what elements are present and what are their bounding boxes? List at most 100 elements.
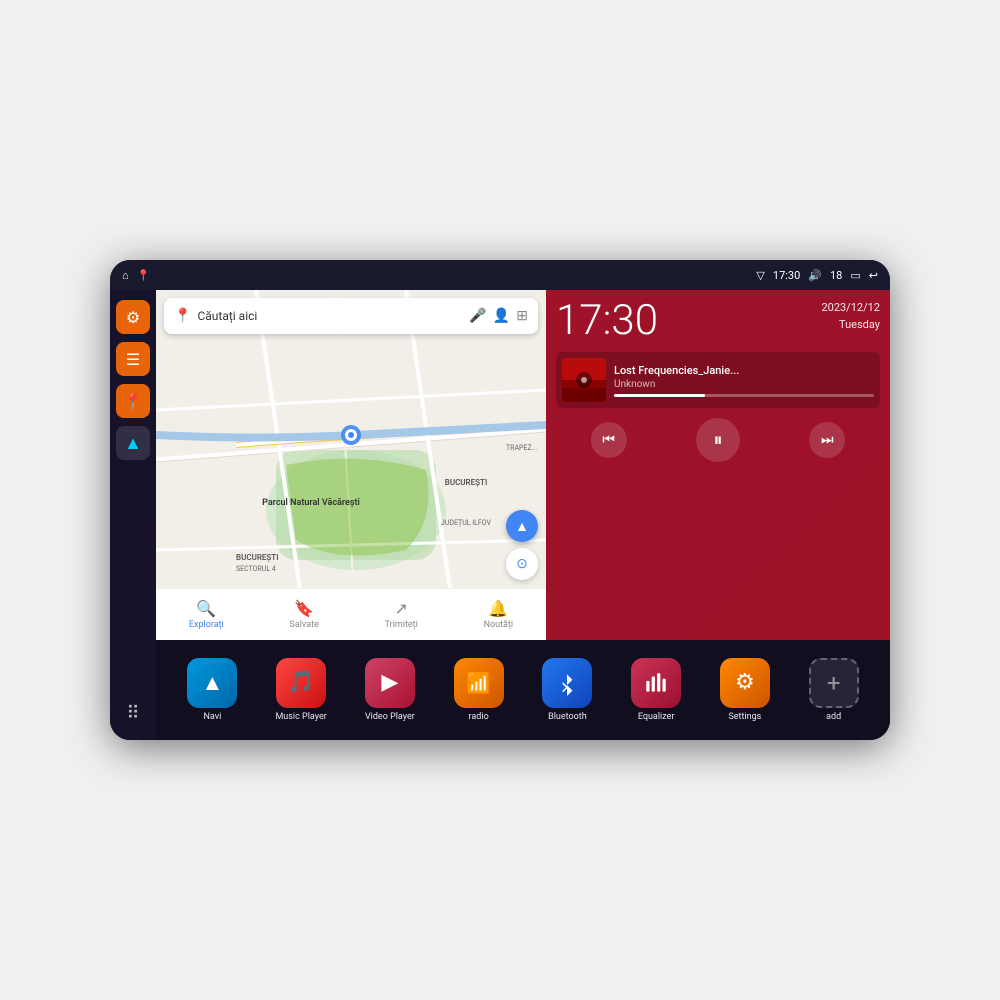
nav-arrow-icon: ▲ xyxy=(515,518,529,535)
previous-button[interactable]: ⏮ xyxy=(591,422,627,458)
map-tab-explore[interactable]: 🔍 Explorați xyxy=(189,599,224,630)
playback-controls: ⏮ ⏸ ⏭ xyxy=(556,414,880,466)
app-equalizer[interactable]: Equalizer xyxy=(625,658,687,723)
clock-section: 17:30 2023/12/12 Tuesday xyxy=(556,300,880,342)
content-area: Parcul Natural Văcărești BUCUREȘTI JUDEȚ… xyxy=(156,290,890,740)
pause-icon: ⏸ xyxy=(713,430,722,451)
mic-icon[interactable]: 🎤 xyxy=(469,308,486,324)
clock-date: 2023/12/12 Tuesday xyxy=(821,300,880,333)
map-bottom-bar: 🔍 Explorați 🔖 Salvate ↗ Trimiteți xyxy=(156,588,546,640)
locate-icon: ⊙ xyxy=(516,556,528,572)
music-player-label: Music Player xyxy=(275,712,326,723)
bluetooth-icon xyxy=(554,670,580,696)
news-label: Noutăți xyxy=(484,620,514,630)
sidebar-item-settings[interactable]: ⚙ xyxy=(116,300,150,334)
news-icon: 🔔 xyxy=(488,599,508,618)
add-icon: + xyxy=(827,669,841,697)
account-icon[interactable]: 👤 xyxy=(493,308,510,324)
map-search-icons: 🎤 👤 ⊞ xyxy=(469,308,528,324)
settings-icon: ⚙ xyxy=(126,308,140,327)
wifi-icon: ▽ xyxy=(756,269,764,282)
app-drawer: ▲ Navi 🎵 Music Player ▶ Video Player xyxy=(156,640,890,740)
now-playing: Lost Frequencies_Janie... Unknown xyxy=(556,352,880,408)
volume-icon: 🔊 xyxy=(808,269,822,282)
settings-icon-bg: ⚙ xyxy=(720,658,770,708)
sidebar-item-files[interactable]: ☰ xyxy=(116,342,150,376)
status-bar: ⌂ 📍 ▽ 17:30 🔊 18 ▭ ↩ xyxy=(110,260,890,290)
app-settings[interactable]: ⚙ Settings xyxy=(714,658,776,723)
clock-time: 17:30 xyxy=(556,300,658,342)
bluetooth-icon-bg xyxy=(542,658,592,708)
map-tab-news[interactable]: 🔔 Noutăți xyxy=(484,599,514,630)
progress-bar xyxy=(614,394,874,397)
sidebar-item-navigation[interactable]: ▲ xyxy=(116,426,150,460)
navigation-button[interactable]: ▲ xyxy=(506,510,538,542)
music-player-icon: 🎵 xyxy=(287,670,314,695)
radio-icon-bg: 📶 xyxy=(454,658,504,708)
back-icon[interactable]: ↩ xyxy=(869,269,878,282)
equalizer-label: Equalizer xyxy=(638,712,675,723)
navi-label: Navi xyxy=(203,712,221,723)
sidebar-apps-grid[interactable]: ⠿ xyxy=(116,696,150,730)
settings-app-icon: ⚙ xyxy=(735,670,755,695)
saved-label: Salvate xyxy=(290,620,319,630)
navi-icon: ▲ xyxy=(201,670,223,696)
app-video-player[interactable]: ▶ Video Player xyxy=(359,658,421,723)
battery-icon: ▭ xyxy=(850,269,860,282)
grid-icon: ⠿ xyxy=(126,703,139,724)
layers-icon[interactable]: ⊞ xyxy=(516,308,528,324)
map-search-input[interactable]: Căutați aici xyxy=(197,309,463,323)
date-day: Tuesday xyxy=(821,317,880,334)
share-label: Trimiteți xyxy=(385,620,418,630)
explore-icon: 🔍 xyxy=(196,599,216,618)
car-display: ⌂ 📍 ▽ 17:30 🔊 18 ▭ ↩ ⚙ ☰ 📍 ▲ xyxy=(110,260,890,740)
video-player-icon: ▶ xyxy=(381,670,398,695)
home-icon[interactable]: ⌂ xyxy=(122,269,129,282)
app-radio[interactable]: 📶 radio xyxy=(448,658,510,723)
map-tab-share[interactable]: ↗ Trimiteți xyxy=(385,599,418,630)
svg-text:TRAPEZ...: TRAPEZ... xyxy=(506,444,537,452)
album-art xyxy=(562,358,606,402)
app-music-player[interactable]: 🎵 Music Player xyxy=(270,658,332,723)
map-pin-icon: 📍 xyxy=(123,392,143,411)
status-time: 17:30 xyxy=(773,269,800,282)
navi-icon-bg: ▲ xyxy=(187,658,237,708)
track-info: Lost Frequencies_Janie... Unknown xyxy=(614,364,874,397)
svg-text:JUDEȚUL ILFOV: JUDEȚUL ILFOV xyxy=(441,519,492,527)
sidebar-item-maps[interactable]: 📍 xyxy=(116,384,150,418)
app-navi[interactable]: ▲ Navi xyxy=(181,658,243,723)
pause-button[interactable]: ⏸ xyxy=(696,418,740,462)
svg-text:BUCUREȘTI: BUCUREȘTI xyxy=(236,553,279,563)
add-label: add xyxy=(826,712,841,723)
radio-label: radio xyxy=(469,712,489,723)
share-icon: ↗ xyxy=(395,599,408,618)
settings-label: Settings xyxy=(728,712,761,723)
app-bluetooth[interactable]: Bluetooth xyxy=(536,658,598,723)
battery-level: 18 xyxy=(830,269,842,282)
svg-text:BUCUREȘTI: BUCUREȘTI xyxy=(445,478,488,488)
date-year: 2023/12/12 xyxy=(821,300,880,317)
navigation-icon: ▲ xyxy=(124,433,142,454)
equalizer-icon xyxy=(643,670,669,696)
main-screen: ⚙ ☰ 📍 ▲ ⠿ xyxy=(110,290,890,740)
svg-text:Parcul Natural Văcărești: Parcul Natural Văcărești xyxy=(262,498,360,508)
track-name: Lost Frequencies_Janie... xyxy=(614,364,874,377)
next-icon: ⏭ xyxy=(821,432,834,448)
track-artist: Unknown xyxy=(614,379,874,390)
progress-fill xyxy=(614,394,705,397)
explore-label: Explorați xyxy=(189,620,224,630)
video-player-icon-bg: ▶ xyxy=(365,658,415,708)
bluetooth-label: Bluetooth xyxy=(548,712,587,723)
map-search-bar[interactable]: 📍 Căutați aici 🎤 👤 ⊞ xyxy=(164,298,538,334)
locate-button[interactable]: ⊙ xyxy=(506,548,538,580)
top-section: Parcul Natural Văcărești BUCUREȘTI JUDEȚ… xyxy=(156,290,890,640)
files-icon: ☰ xyxy=(126,350,140,369)
equalizer-icon-bg xyxy=(631,658,681,708)
maps-status-icon[interactable]: 📍 xyxy=(137,269,151,282)
app-add-widget[interactable]: + add xyxy=(803,658,865,723)
next-button[interactable]: ⏭ xyxy=(809,422,845,458)
map-container[interactable]: Parcul Natural Văcărești BUCUREȘTI JUDEȚ… xyxy=(156,290,546,640)
map-tab-saved[interactable]: 🔖 Salvate xyxy=(290,599,319,630)
radio-icon: 📶 xyxy=(466,671,491,695)
sidebar: ⚙ ☰ 📍 ▲ ⠿ xyxy=(110,290,156,740)
